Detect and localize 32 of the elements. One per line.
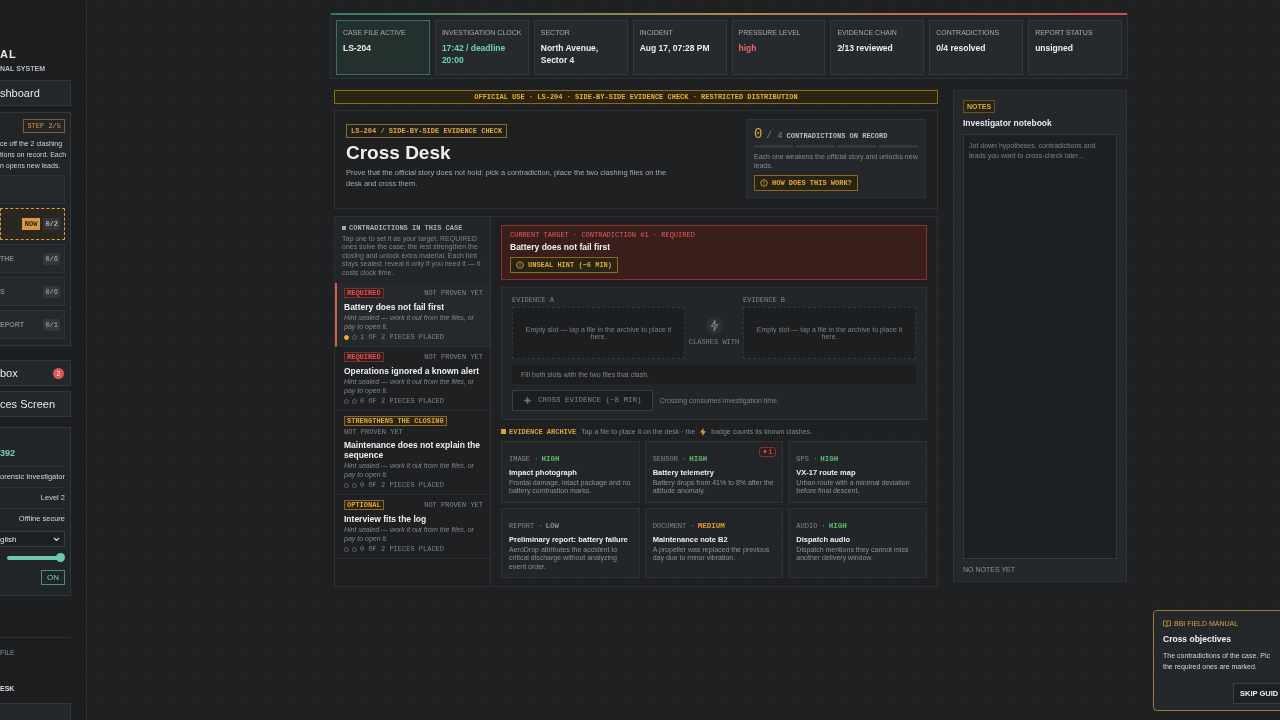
contradiction-title: Battery does not fail first: [344, 302, 446, 312]
investigator-id: 392: [0, 448, 16, 458]
app-title: AL: [0, 48, 18, 60]
sidebar-button[interactable]: [0, 703, 71, 720]
bolt-icon: [704, 316, 724, 335]
chevron-icon: [53, 536, 60, 542]
language-select[interactable]: glish: [0, 531, 65, 547]
guide-title: Cross objectives: [1163, 634, 1233, 644]
target-title: Battery does not fail first: [510, 241, 612, 252]
bolt-icon: [700, 427, 707, 436]
toggle-button[interactable]: ON: [41, 570, 65, 585]
dashboard-button[interactable]: shboard: [0, 80, 71, 106]
book-icon: [1163, 620, 1171, 627]
stat-value: high: [738, 42, 758, 54]
info-icon: [516, 260, 524, 269]
contradiction-title: Maintenance does not explain the sequence: [344, 440, 482, 460]
stat-value: unsigned: [1035, 42, 1074, 54]
stat-value: 17:42 / deadline 20:00: [441, 42, 507, 66]
stat-value: 0/4 resolved: [936, 42, 987, 54]
record-count: 0: [754, 126, 763, 142]
stat-value: Aug 17, 07:28 PM: [639, 42, 711, 54]
contradiction-title: Operations ignored a known alert: [344, 366, 481, 376]
info-icon: [760, 178, 768, 187]
page-title: Cross Desk: [346, 142, 452, 164]
record-total: / 4: [766, 131, 783, 141]
stat-value: LS-204: [343, 42, 372, 54]
volume-slider[interactable]: [7, 553, 65, 562]
nav-button[interactable]: ces Screen: [0, 391, 71, 417]
contradiction-title: Interview fits the log: [344, 514, 428, 524]
notes-title: Investigator notebook: [963, 118, 1053, 128]
stat-value: 2/13 reviewed: [837, 42, 894, 54]
stat-value: North Avenue, Sector 4: [540, 42, 600, 66]
